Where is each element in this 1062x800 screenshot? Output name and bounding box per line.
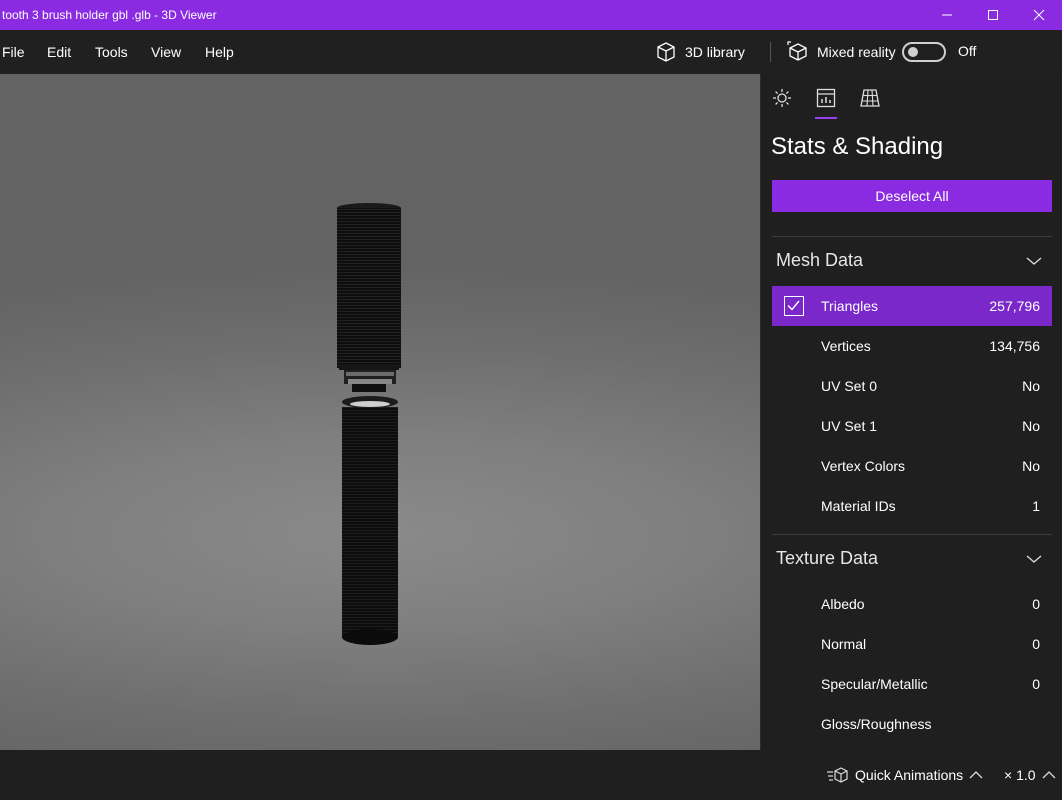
panel-title: Stats & Shading [771, 133, 944, 160]
section-divider [772, 236, 1052, 237]
texture-data-heading[interactable]: Texture Data [776, 548, 878, 569]
mixed-reality-label: Mixed reality [817, 44, 896, 60]
texture-row-normal[interactable]: Normal 0 [772, 624, 1052, 664]
row-value: 0 [1032, 596, 1040, 612]
tab-grid[interactable] [859, 88, 881, 108]
active-tab-indicator [815, 117, 837, 119]
stats-chart-icon [816, 88, 836, 108]
checkmark-icon [787, 300, 800, 311]
close-button[interactable] [1016, 0, 1062, 30]
sun-icon [773, 89, 791, 107]
menu-view[interactable]: View [151, 30, 181, 74]
window-title: tooth 3 brush holder gbl .glb - 3D Viewe… [2, 8, 217, 22]
maximize-button[interactable] [970, 0, 1016, 30]
mesh-data-heading[interactable]: Mesh Data [776, 250, 863, 271]
minimize-button[interactable] [924, 0, 970, 30]
cube-icon [657, 42, 675, 62]
deselect-all-button[interactable]: Deselect All [772, 180, 1052, 212]
mixed-reality-button[interactable]: Mixed reality [787, 30, 896, 74]
row-label: Normal [821, 636, 867, 652]
row-value: 0 [1032, 636, 1040, 652]
row-label: UV Set 0 [821, 378, 878, 394]
menu-file[interactable]: File [2, 30, 25, 74]
quick-animations-button[interactable]: Quick Animations [827, 750, 983, 800]
tab-lighting[interactable] [771, 88, 793, 108]
chevron-up-icon [969, 771, 983, 779]
row-value: No [1022, 378, 1040, 394]
row-label: Vertices [821, 338, 871, 354]
toggle-state-label: Off [958, 43, 977, 59]
row-label: Albedo [821, 596, 865, 612]
triangles-checkbox[interactable] [784, 296, 804, 316]
minimize-icon [942, 14, 952, 16]
mesh-row-uv-set-1[interactable]: UV Set 1 No [772, 406, 1052, 446]
model-render [337, 203, 401, 645]
menu-tools[interactable]: Tools [95, 30, 128, 74]
toolbar-divider [770, 42, 771, 62]
mesh-row-vertex-colors[interactable]: Vertex Colors No [772, 446, 1052, 486]
texture-row-albedo[interactable]: Albedo 0 [772, 584, 1052, 624]
maximize-icon [988, 10, 998, 20]
texture-row-gloss-roughness[interactable]: Gloss/Roughness [772, 704, 1052, 744]
title-bar: tooth 3 brush holder gbl .glb - 3D Viewe… [0, 0, 1062, 30]
speed-selector[interactable]: × 1.0 [1004, 750, 1056, 800]
row-value: No [1022, 458, 1040, 474]
mixed-reality-icon [787, 41, 807, 61]
row-label: Material IDs [821, 498, 896, 514]
speed-value: × 1.0 [1004, 767, 1036, 783]
row-label: Vertex Colors [821, 458, 906, 474]
mesh-row-material-ids[interactable]: Material IDs 1 [772, 486, 1052, 526]
3d-viewport[interactable] [0, 74, 760, 750]
animation-cube-icon [827, 767, 848, 783]
chevron-down-icon[interactable] [1026, 554, 1042, 564]
tab-stats[interactable] [815, 88, 837, 108]
row-value: 0 [1032, 676, 1040, 692]
row-label: Specular/Metallic [821, 676, 928, 692]
close-icon [1033, 9, 1045, 21]
chevron-down-icon[interactable] [1026, 256, 1042, 266]
row-label: UV Set 1 [821, 418, 878, 434]
mesh-row-uv-set-0[interactable]: UV Set 0 No [772, 366, 1052, 406]
chevron-up-icon [1042, 771, 1055, 779]
grid-icon [860, 89, 880, 107]
library-label: 3D library [685, 44, 745, 60]
row-value: 134,756 [989, 338, 1040, 354]
mixed-reality-toggle[interactable] [902, 42, 946, 62]
library-button[interactable]: 3D library [655, 30, 745, 74]
menu-edit[interactable]: Edit [47, 30, 71, 74]
row-value: No [1022, 418, 1040, 434]
mesh-row-triangles[interactable]: Triangles 257,796 [772, 286, 1052, 326]
row-value: 257,796 [989, 298, 1040, 314]
window-controls [924, 0, 1062, 30]
section-divider [772, 534, 1052, 535]
row-value: 1 [1032, 498, 1040, 514]
menu-help[interactable]: Help [205, 30, 234, 74]
row-label: Triangles [821, 298, 879, 314]
row-label: Gloss/Roughness [821, 716, 932, 732]
quick-animations-label: Quick Animations [855, 767, 964, 783]
toggle-knob [908, 47, 918, 57]
texture-row-specular-metallic[interactable]: Specular/Metallic 0 [772, 664, 1052, 704]
mesh-row-vertices[interactable]: Vertices 134,756 [772, 326, 1052, 366]
